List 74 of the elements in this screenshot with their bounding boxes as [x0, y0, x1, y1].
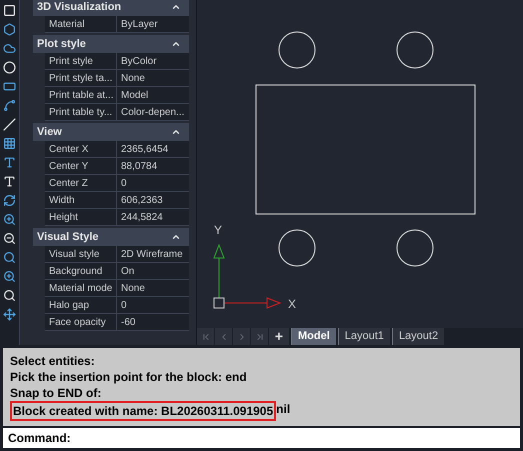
refresh-icon[interactable] — [2, 192, 16, 208]
circle-shape — [396, 230, 434, 266]
property-label: Material — [45, 16, 117, 32]
zoom-in-icon[interactable] — [2, 268, 16, 284]
highlighted-output: Block created with name: BL20260311.091905 — [10, 401, 276, 421]
output-line: Snap to END of: — [10, 385, 102, 401]
property-value[interactable]: ByColor — [117, 53, 189, 69]
property-label: Visual style — [45, 246, 117, 262]
circle-shape — [396, 32, 434, 68]
zoom-in-icon[interactable] — [2, 211, 16, 227]
property-label: Background — [45, 263, 117, 279]
property-label: Print style ta... — [45, 70, 117, 86]
output-line: nil — [276, 401, 290, 418]
first-icon[interactable] — [197, 328, 215, 345]
search-icon[interactable] — [2, 249, 16, 265]
property-value[interactable]: Color-depen... — [117, 104, 189, 120]
circle-shape — [278, 32, 316, 68]
section-header[interactable]: Visual Style — [33, 228, 189, 246]
property-label: Print table at... — [45, 87, 117, 103]
curve-icon[interactable] — [2, 97, 16, 113]
x-axis-label: X — [288, 296, 296, 313]
property-label: Print table ty... — [45, 104, 117, 120]
property-value[interactable]: 88,0784 — [117, 158, 189, 174]
property-label: Height — [45, 209, 117, 225]
output-line: Select entities: — [10, 353, 95, 369]
add-layout-button[interactable]: + — [269, 328, 289, 345]
property-label: Center Z — [45, 175, 117, 191]
hatch-icon[interactable] — [2, 135, 16, 151]
collapse-icon — [171, 2, 181, 12]
property-label: Width — [45, 192, 117, 208]
property-value[interactable]: 2365,6454 — [117, 141, 189, 157]
property-value[interactable]: On — [117, 263, 189, 279]
layout-tab[interactable]: Model — [291, 328, 336, 345]
property-value[interactable]: 244,5824 — [117, 209, 189, 225]
property-label: Material mode — [45, 280, 117, 296]
property-label: Center X — [45, 141, 117, 157]
search-icon[interactable] — [2, 287, 16, 303]
section-header[interactable]: Plot style — [33, 35, 189, 53]
section-header[interactable]: 3D Visualization — [33, 0, 189, 16]
property-value[interactable]: ByLayer — [117, 16, 189, 32]
y-axis-label: Y — [214, 222, 222, 239]
property-label: Center Y — [45, 158, 117, 174]
ucs-origin-icon — [214, 298, 224, 308]
y-axis-arrow — [213, 244, 225, 298]
property-value[interactable]: 606,2363 — [117, 192, 189, 208]
layout-tab[interactable]: Layout2 — [392, 328, 444, 345]
rectangle-icon[interactable] — [2, 2, 16, 18]
property-value[interactable]: -60 — [117, 314, 189, 330]
property-label: Face opacity — [45, 314, 117, 330]
output-line: Pick the insertion point for the block: end — [10, 369, 247, 385]
layout-tab[interactable]: Layout1 — [338, 328, 390, 345]
drawing-canvas[interactable]: Y X — [197, 0, 523, 328]
property-label: Halo gap — [45, 297, 117, 313]
property-label: Print style — [45, 53, 117, 69]
property-value[interactable]: None — [117, 70, 189, 86]
collapse-icon — [171, 127, 181, 137]
command-field[interactable]: Command: — [3, 428, 520, 448]
property-value[interactable]: 0 — [117, 175, 189, 191]
property-value[interactable]: Model — [117, 87, 189, 103]
x-axis-arrow — [224, 297, 282, 309]
collapse-icon — [171, 232, 181, 242]
property-value[interactable]: None — [117, 280, 189, 296]
circle-shape — [278, 230, 316, 266]
command-prompt: Command: — [8, 430, 71, 447]
zoom-out-icon[interactable] — [2, 230, 16, 246]
section-header[interactable]: View — [33, 123, 189, 141]
property-value[interactable]: 0 — [117, 297, 189, 313]
property-value[interactable]: 2D Wireframe — [117, 246, 189, 262]
pan-icon[interactable] — [2, 306, 16, 322]
line-icon[interactable] — [2, 116, 16, 132]
circle-icon[interactable] — [2, 59, 16, 75]
collapse-icon — [171, 39, 181, 49]
polygon-icon[interactable] — [2, 21, 16, 37]
last-icon[interactable] — [251, 328, 269, 345]
